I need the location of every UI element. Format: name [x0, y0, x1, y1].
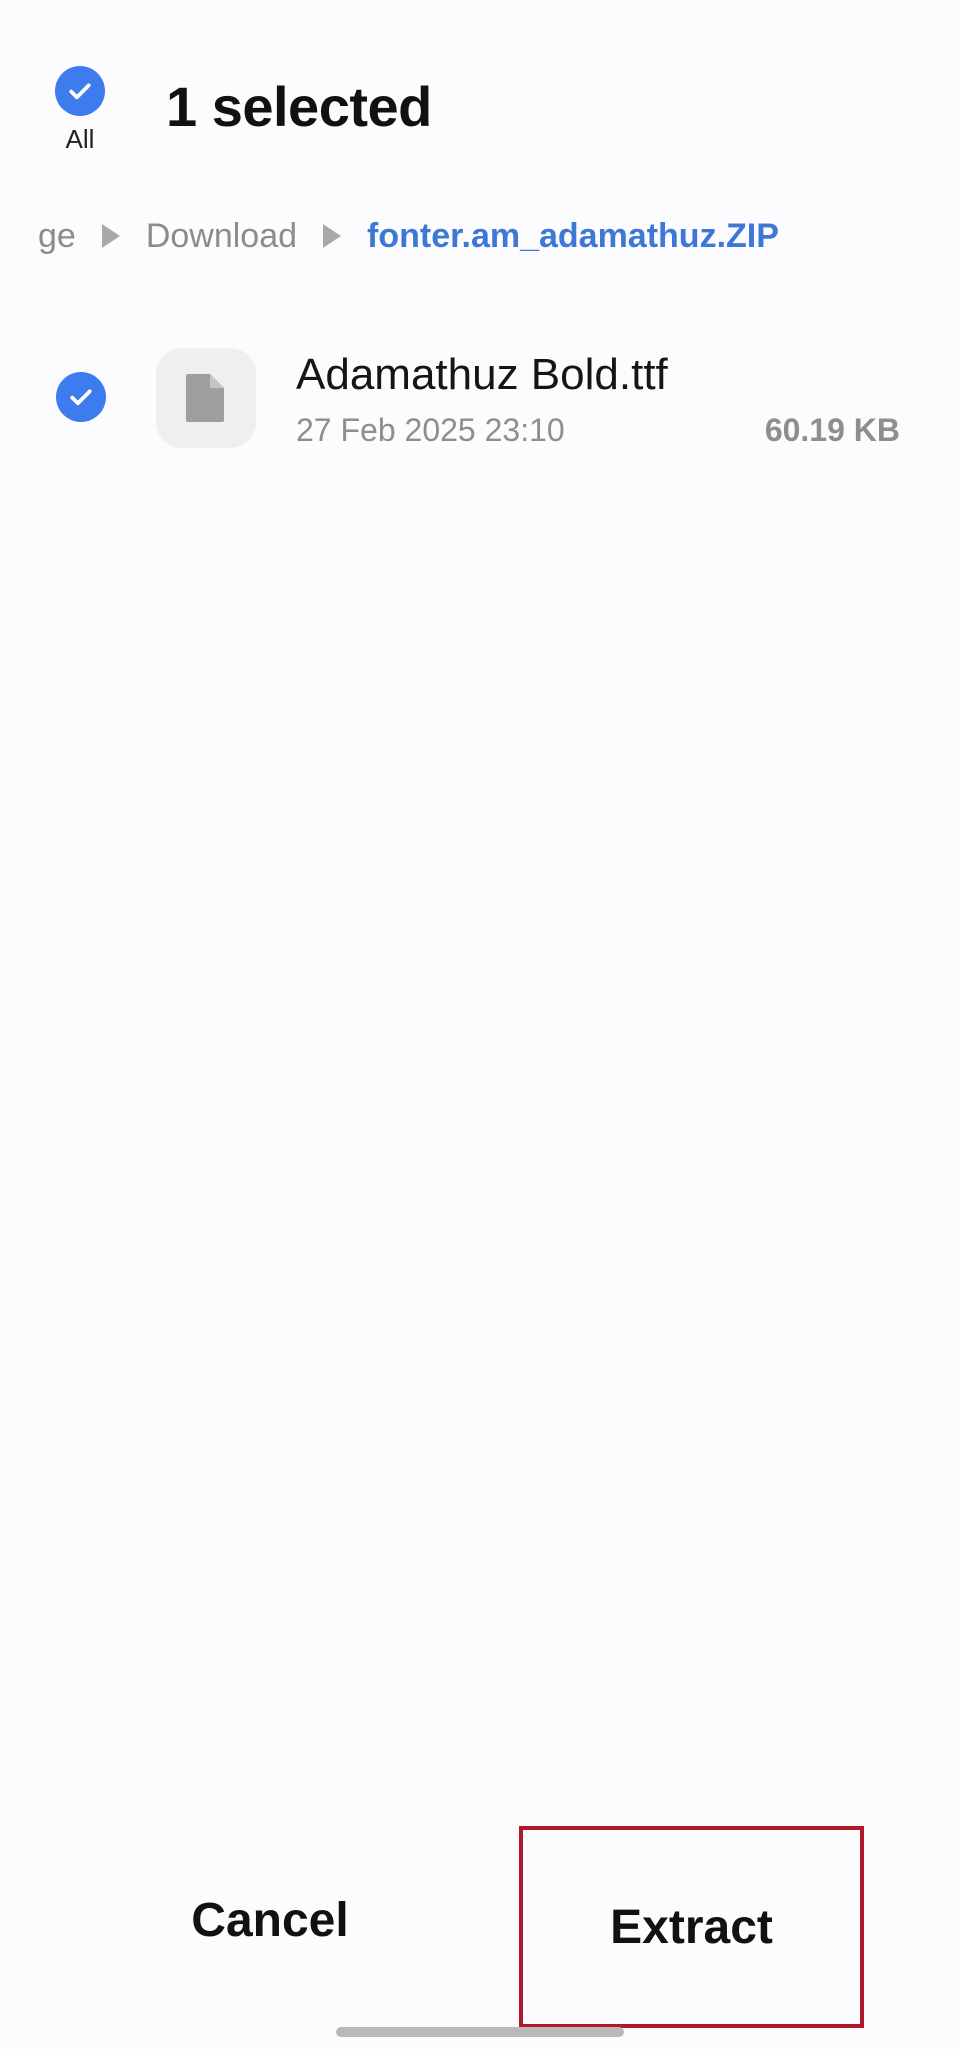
list-item[interactable]: Adamathuz Bold.ttf 27 Feb 2025 23:10 60.… [0, 340, 960, 450]
home-indicator[interactable] [336, 2027, 624, 2037]
cancel-button[interactable]: Cancel [150, 1880, 390, 1960]
breadcrumb: ge Download fonter.am_adamathuz.ZIP [38, 214, 960, 258]
breadcrumb-item-current[interactable]: fonter.am_adamathuz.ZIP [367, 217, 779, 256]
check-icon[interactable] [56, 372, 106, 422]
bottom-action-bar: Cancel Extract [0, 1826, 960, 2030]
chevron-right-icon [323, 224, 342, 248]
file-icon [156, 348, 256, 448]
file-size: 60.19 KB [764, 412, 900, 448]
breadcrumb-item-storage[interactable]: ge [38, 217, 76, 256]
file-name: Adamathuz Bold.ttf [296, 350, 668, 399]
select-all-toggle[interactable]: All [52, 66, 108, 155]
chevron-right-icon [101, 224, 120, 248]
select-all-label: All [65, 124, 95, 154]
check-icon[interactable] [55, 66, 105, 116]
page-title: 1 selected [166, 75, 432, 138]
breadcrumb-item-download[interactable]: Download [146, 217, 297, 256]
extract-button[interactable]: Extract [519, 1826, 864, 2028]
file-date: 27 Feb 2025 23:10 [296, 412, 565, 448]
